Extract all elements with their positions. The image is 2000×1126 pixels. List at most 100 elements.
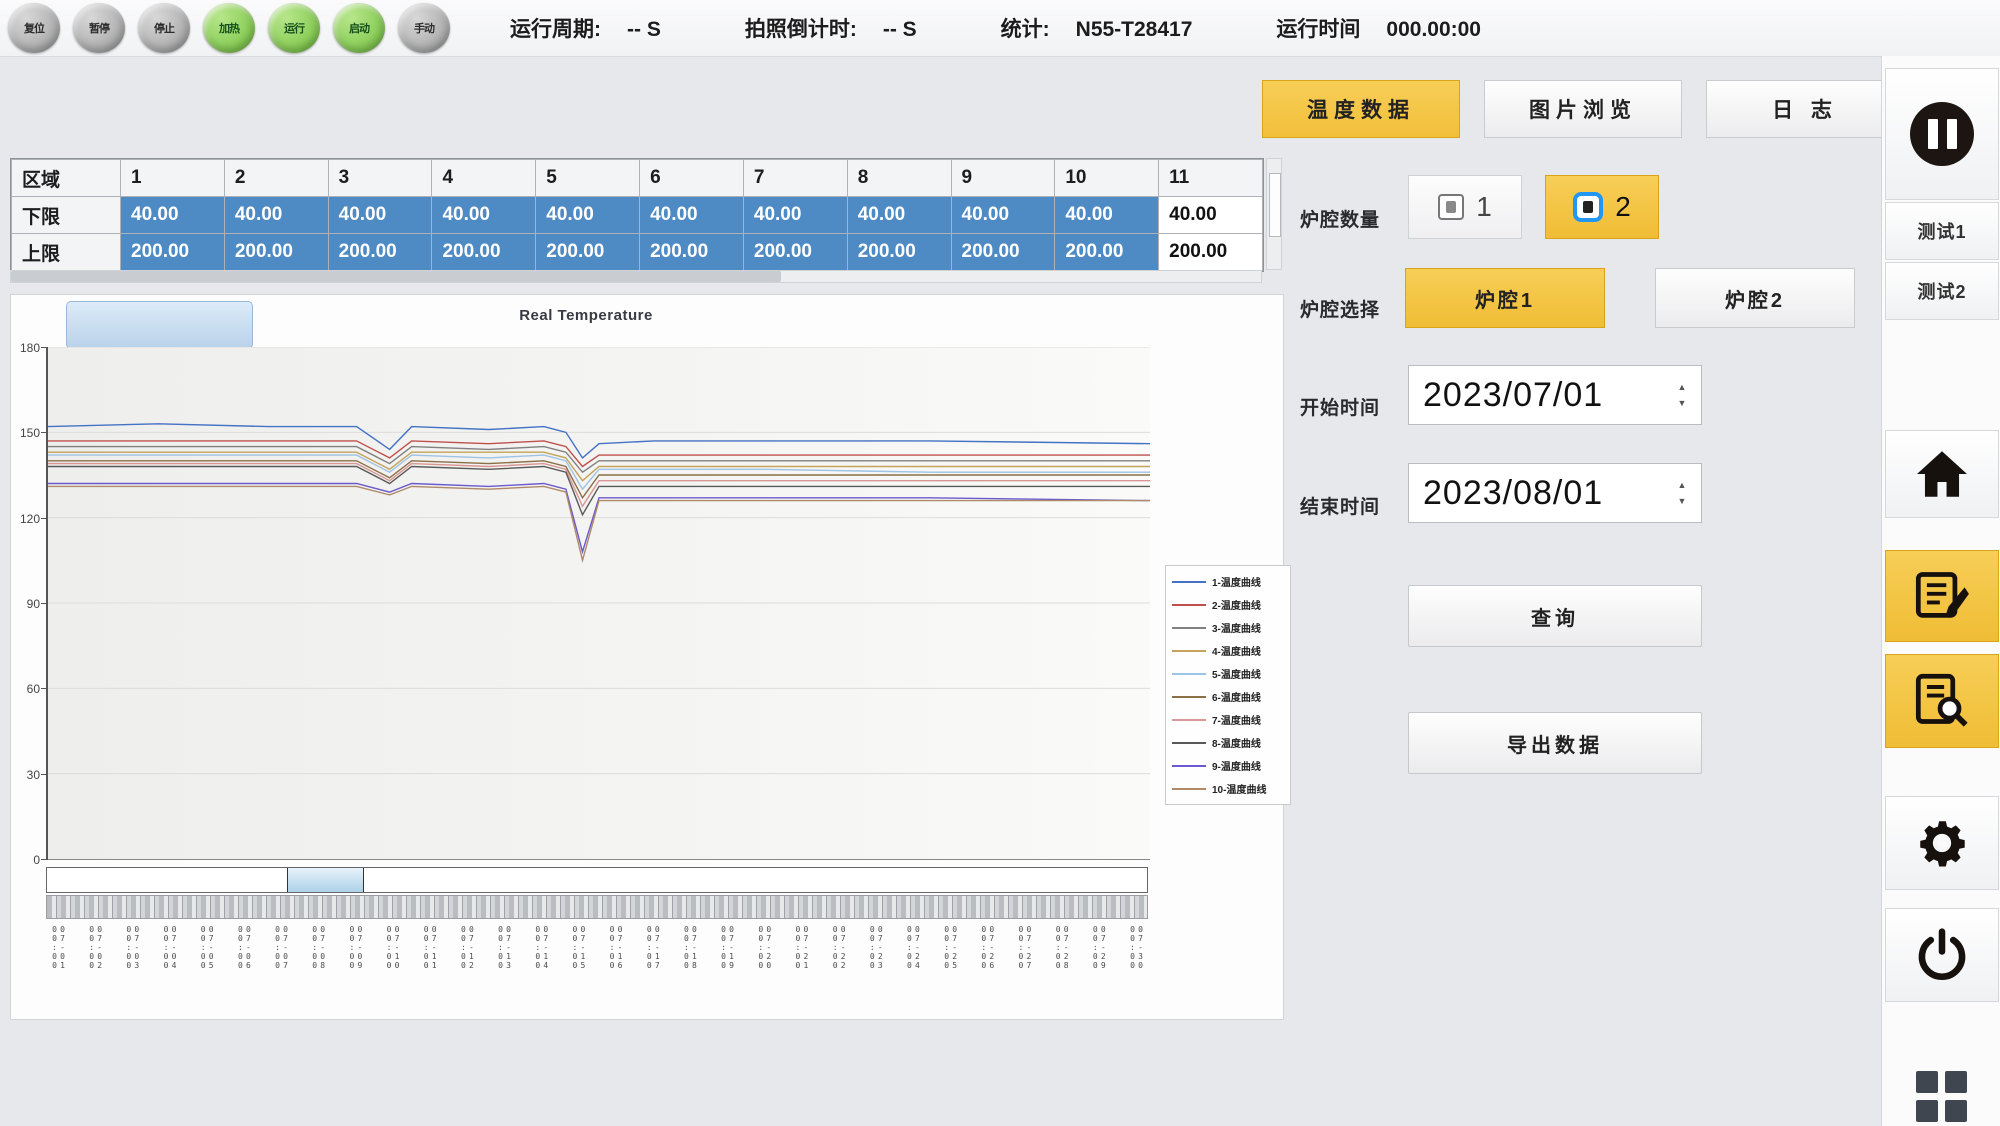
limit-cell[interactable]: 40.00 bbox=[1159, 197, 1263, 234]
x-axis-label: 07-22 00:00 bbox=[831, 925, 847, 1011]
test2-button[interactable]: 测试2 bbox=[1885, 262, 1999, 320]
table-row: 下限40.0040.0040.0040.0040.0040.0040.0040.… bbox=[12, 197, 1263, 234]
limit-cell[interactable]: 40.00 bbox=[743, 197, 847, 234]
stat-label: 运行时间 bbox=[1276, 13, 1360, 43]
pause-button[interactable] bbox=[1885, 68, 1999, 200]
legend-item: 3-温度曲线 bbox=[1172, 620, 1284, 635]
chamber-count-option-2[interactable]: 2 bbox=[1545, 175, 1659, 239]
chart-title: Real Temperature bbox=[11, 307, 1161, 324]
test1-button[interactable]: 测试1 bbox=[1885, 202, 1999, 260]
x-axis-label: 07-25 00:00 bbox=[942, 925, 958, 1011]
stat-value: 000.00:00 bbox=[1386, 18, 1481, 42]
x-axis-label: 07-09 00:00 bbox=[347, 925, 363, 1011]
limit-cell[interactable]: 200.00 bbox=[328, 234, 432, 271]
limit-cell[interactable]: 40.00 bbox=[847, 197, 951, 234]
limit-cell[interactable]: 40.00 bbox=[1055, 197, 1159, 234]
limit-cell[interactable]: 40.00 bbox=[224, 197, 328, 234]
apps-grid-button[interactable] bbox=[1885, 1068, 1997, 1124]
top-stat-4: 运行时间 000.00:00 bbox=[1276, 13, 1481, 43]
query-button[interactable]: 查询 bbox=[1408, 585, 1702, 647]
y-tick-mark bbox=[41, 774, 48, 775]
limit-cell[interactable]: 40.00 bbox=[121, 197, 225, 234]
machine-button-1[interactable]: 复位 bbox=[8, 3, 60, 53]
stat-label: 拍照倒计时: bbox=[745, 13, 857, 43]
limit-cell[interactable]: 200.00 bbox=[847, 234, 951, 271]
limit-cell[interactable]: 200.00 bbox=[121, 234, 225, 271]
limit-cell[interactable]: 200.00 bbox=[640, 234, 744, 271]
limit-cell[interactable]: 40.00 bbox=[432, 197, 536, 234]
table-row: 上限200.00200.00200.00200.00200.00200.0020… bbox=[12, 234, 1263, 271]
range-slider-window[interactable] bbox=[287, 868, 364, 892]
machine-control-buttons: 复位暂停停止加热运行启动手动 bbox=[8, 3, 450, 53]
x-axis-label: 07-24 00:00 bbox=[905, 925, 921, 1011]
zone-column-header[interactable]: 8 bbox=[847, 160, 951, 197]
tab-1[interactable]: 温度数据 bbox=[1262, 80, 1460, 138]
zone-column-header[interactable]: 10 bbox=[1055, 160, 1159, 197]
limit-cell[interactable]: 200.00 bbox=[1055, 234, 1159, 271]
limit-cell[interactable]: 200.00 bbox=[951, 234, 1055, 271]
stat-value: -- S bbox=[883, 18, 917, 42]
chamber-1-button[interactable]: 炉腔1 bbox=[1405, 268, 1605, 328]
limit-cell[interactable]: 200.00 bbox=[1159, 234, 1263, 271]
date-spinner[interactable]: ▲▼ bbox=[1669, 482, 1701, 504]
x-axis-label: 07-26 00:00 bbox=[979, 925, 995, 1011]
machine-button-3[interactable]: 停止 bbox=[138, 3, 190, 53]
limit-cell[interactable]: 200.00 bbox=[743, 234, 847, 271]
power-button[interactable] bbox=[1885, 908, 1999, 1002]
tab-2[interactable]: 图片浏览 bbox=[1484, 80, 1682, 138]
legend-item: 1-温度曲线 bbox=[1172, 574, 1284, 589]
zone-column-header[interactable]: 2 bbox=[224, 160, 328, 197]
h-scroll-thumb[interactable] bbox=[11, 271, 781, 282]
settings-button[interactable] bbox=[1885, 796, 1999, 890]
zone-limits-table[interactable]: 区域1234567891011下限40.0040.0040.0040.0040.… bbox=[10, 158, 1264, 272]
limit-cell[interactable]: 200.00 bbox=[536, 234, 640, 271]
temperature-plot-area[interactable] bbox=[46, 347, 1150, 860]
machine-button-4[interactable]: 加热 bbox=[203, 3, 255, 53]
machine-button-2[interactable]: 暂停 bbox=[73, 3, 125, 53]
zone-column-header[interactable]: 11 bbox=[1159, 160, 1263, 197]
v-scroll-thumb[interactable] bbox=[1269, 173, 1281, 237]
zone-column-header[interactable]: 6 bbox=[640, 160, 744, 197]
stat-value: -- S bbox=[627, 18, 661, 42]
stat-label: 运行周期: bbox=[510, 13, 601, 43]
chamber-2-button[interactable]: 炉腔2 bbox=[1655, 268, 1855, 328]
zone-column-header[interactable]: 4 bbox=[432, 160, 536, 197]
table-horizontal-scrollbar[interactable] bbox=[10, 270, 1262, 283]
machine-button-7[interactable]: 手动 bbox=[398, 3, 450, 53]
x-axis-label: 07-27 00:00 bbox=[1016, 925, 1032, 1011]
row-header[interactable]: 下限 bbox=[12, 197, 121, 234]
chamber-count-option-1[interactable]: 1 bbox=[1408, 175, 1522, 239]
x-axis-label: 07-28 00:00 bbox=[1054, 925, 1070, 1011]
limit-cell[interactable]: 40.00 bbox=[640, 197, 744, 234]
zone-column-header[interactable]: 7 bbox=[743, 160, 847, 197]
y-tick-label: 60 bbox=[27, 682, 40, 696]
edit-note-button[interactable] bbox=[1885, 550, 1999, 642]
limit-cell[interactable]: 40.00 bbox=[328, 197, 432, 234]
x-axis-label: 07-18 00:00 bbox=[682, 925, 698, 1011]
tab-3[interactable]: 日 志 bbox=[1706, 80, 1904, 138]
document-search-button[interactable] bbox=[1885, 654, 1999, 748]
table-vertical-scrollbar[interactable] bbox=[1266, 158, 1282, 270]
legend-line-swatch bbox=[1172, 581, 1206, 583]
end-date-input[interactable]: 2023/08/01 ▲▼ bbox=[1408, 463, 1702, 523]
time-range-slider[interactable] bbox=[46, 867, 1148, 893]
legend-item: 7-温度曲线 bbox=[1172, 712, 1284, 727]
zone-column-header[interactable]: 3 bbox=[328, 160, 432, 197]
zone-column-header[interactable]: 5 bbox=[536, 160, 640, 197]
zone-column-header[interactable]: 1 bbox=[121, 160, 225, 197]
limit-cell[interactable]: 200.00 bbox=[224, 234, 328, 271]
limit-cell[interactable]: 40.00 bbox=[951, 197, 1055, 234]
limit-cell[interactable]: 200.00 bbox=[432, 234, 536, 271]
row-header[interactable]: 上限 bbox=[12, 234, 121, 271]
start-date-input[interactable]: 2023/07/01 ▲▼ bbox=[1408, 365, 1702, 425]
machine-button-6[interactable]: 启动 bbox=[333, 3, 385, 53]
start-time-label: 开始时间 bbox=[1300, 393, 1380, 420]
x-axis-label: 07-17 00:00 bbox=[645, 925, 661, 1011]
date-spinner[interactable]: ▲▼ bbox=[1669, 384, 1701, 406]
machine-button-5[interactable]: 运行 bbox=[268, 3, 320, 53]
limit-cell[interactable]: 40.00 bbox=[536, 197, 640, 234]
home-button[interactable] bbox=[1885, 430, 1999, 518]
temperature-chart-panel: Real Temperature 1-温度曲线2-温度曲线3-温度曲线4-温度曲… bbox=[10, 294, 1284, 1020]
zone-column-header[interactable]: 9 bbox=[951, 160, 1055, 197]
export-data-button[interactable]: 导出数据 bbox=[1408, 712, 1702, 774]
